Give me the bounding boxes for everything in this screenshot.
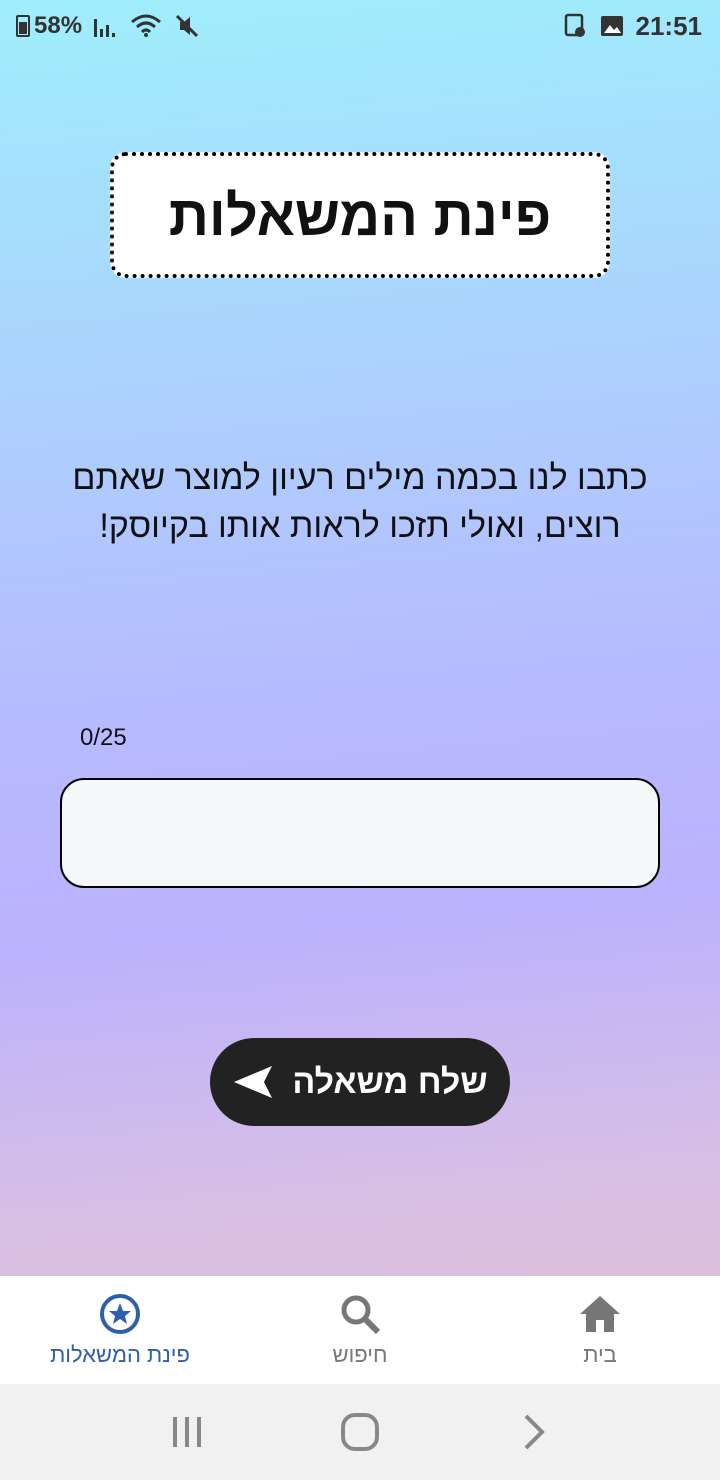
recent-apps-button[interactable] bbox=[157, 1402, 217, 1462]
nav-label-search: חיפוש bbox=[332, 1342, 388, 1367]
system-navigation-bar bbox=[0, 1384, 720, 1480]
image-icon bbox=[600, 16, 623, 36]
back-button[interactable] bbox=[503, 1402, 563, 1462]
battery-icon bbox=[16, 15, 30, 37]
send-icon bbox=[234, 1066, 273, 1098]
page-title: פינת המשאלות bbox=[168, 183, 552, 247]
search-icon bbox=[341, 1295, 381, 1335]
star-circle-icon bbox=[100, 1294, 140, 1334]
home-system-button[interactable] bbox=[330, 1402, 390, 1462]
nav-label-home: בית bbox=[583, 1342, 617, 1367]
wish-input[interactable] bbox=[60, 778, 660, 888]
home-icon bbox=[580, 1296, 620, 1332]
nav-label-wishes: פינת המשאלות bbox=[50, 1342, 190, 1367]
wifi-icon bbox=[131, 14, 162, 37]
clock-time: 21:51 bbox=[635, 10, 703, 41]
instruction-text: כתבו לנו בכמה מילים רעיון למוצר שאתם רוצ… bbox=[40, 454, 680, 550]
home-circle-icon bbox=[340, 1413, 379, 1451]
send-wish-button[interactable]: שלח משאלה bbox=[210, 1038, 510, 1126]
character-counter: 0/25 bbox=[80, 724, 127, 751]
battery-percent: 58% bbox=[34, 12, 83, 39]
recent-apps-icon bbox=[172, 1417, 201, 1447]
status-bar: 58% 21:51 bbox=[0, 0, 720, 52]
instruction-line-2: רוצים, ואולי תזכו לראות אותו בקיוסק! bbox=[99, 507, 621, 545]
back-icon bbox=[524, 1414, 546, 1450]
alarm-clock-icon bbox=[564, 13, 585, 37]
mute-icon bbox=[175, 14, 199, 38]
nav-item-search[interactable]: חיפוש bbox=[240, 1276, 480, 1384]
signal-icon bbox=[94, 15, 118, 37]
send-wish-label: שלח משאלה bbox=[292, 1062, 488, 1101]
instruction-line-1: כתבו לנו בכמה מילים רעיון למוצר שאתם bbox=[72, 459, 648, 497]
bottom-navigation: בית חיפוש פינת המשאלות bbox=[0, 1276, 720, 1384]
status-left: 58% bbox=[16, 12, 200, 40]
nav-item-home[interactable]: בית bbox=[480, 1276, 720, 1384]
nav-item-wishes[interactable]: פינת המשאלות bbox=[0, 1276, 240, 1384]
page-title-box: פינת המשאלות bbox=[110, 152, 610, 278]
status-right: 21:51 bbox=[564, 10, 703, 42]
